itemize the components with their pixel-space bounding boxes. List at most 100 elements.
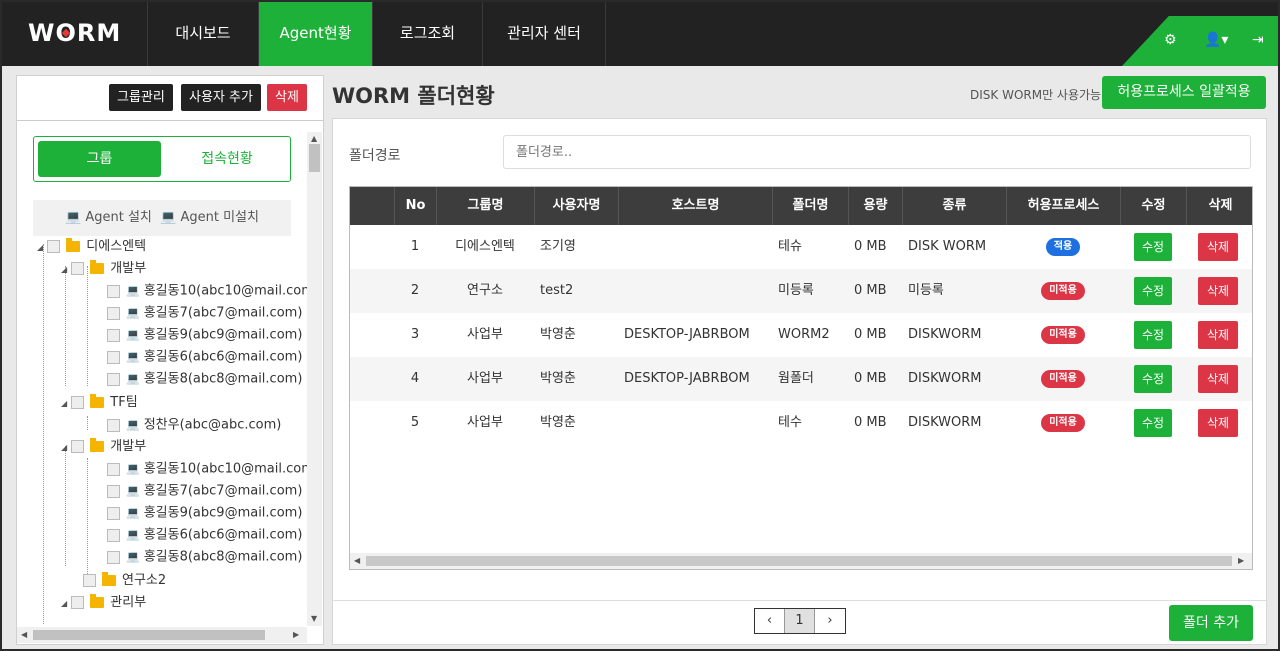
tree-node[interactable]: ◢ TF팀 (61, 392, 138, 414)
tree-node[interactable]: 💻 홍길동8(abc8@mail.com) (107, 546, 302, 568)
nav-admin-center[interactable]: 관리자 센터 (482, 2, 606, 66)
edit-button[interactable]: 수정 (1134, 277, 1172, 305)
table-row[interactable]: 1 디에스엔텍 조기영 테슈 0 MB DISK WORM 적용 수정 삭제 (350, 225, 1252, 269)
logo[interactable]: WORM (28, 19, 121, 47)
cell-user: 박영춘 (540, 415, 576, 430)
tree-node[interactable]: 💻 홍길동10(abc10@mail.com) (107, 280, 307, 302)
folder-icon (90, 394, 105, 408)
col-header[interactable]: 수정 (1120, 187, 1186, 225)
delete-button[interactable]: 삭제 (1198, 409, 1238, 437)
group-manage-button[interactable]: 그룹관리 (109, 84, 173, 111)
col-header[interactable]: No (394, 187, 436, 225)
laptop-icon: 💻 (126, 462, 140, 475)
cell-folder: WORM2 (778, 327, 830, 342)
scroll-right-icon[interactable]: ▶ (293, 630, 299, 639)
col-header[interactable]: 그룹명 (436, 187, 534, 225)
tree-node[interactable]: ◢ 관리부 (61, 592, 146, 614)
tree-node[interactable]: ◢ 개발부 (61, 258, 146, 280)
tree-node[interactable]: 💻 홍길동9(abc9@mail.com) (107, 324, 302, 346)
tab-connection[interactable]: 접속현황 (166, 141, 288, 177)
edit-button[interactable]: 수정 (1134, 233, 1172, 261)
tree-guide (43, 244, 44, 624)
cell-group: 사업부 (467, 371, 503, 386)
tree-node[interactable]: ◢ 디에스엔텍 (37, 236, 146, 258)
tree-node[interactable]: 💻 홍길동8(abc8@mail.com) (107, 368, 302, 390)
col-header[interactable]: 허용프로세스 (1006, 187, 1120, 225)
table-row[interactable]: 5 사업부 박영춘 테수 0 MB DISKWORM 미적용 수정 삭제 (350, 401, 1252, 445)
tree-node[interactable]: 연구소2 (83, 570, 166, 592)
process-status-badge[interactable]: 미적용 (1041, 281, 1085, 300)
divider (333, 600, 1266, 601)
process-status-badge[interactable]: 미적용 (1041, 413, 1085, 432)
nav-dashboard[interactable]: 대시보드 (147, 2, 258, 66)
laptop-icon: 💻 (126, 484, 140, 497)
cell-group: 연구소 (467, 283, 503, 298)
delete-button[interactable]: 삭제 (1198, 321, 1238, 349)
table-horizontal-scrollbar[interactable]: ◀ ▶ (350, 553, 1252, 569)
page-number-button[interactable]: 1 (785, 609, 815, 633)
cell-group: 사업부 (467, 415, 503, 430)
scroll-left-icon[interactable]: ◀ (354, 556, 360, 565)
delete-button[interactable]: 삭제 (1198, 277, 1238, 305)
cell-user: 박영춘 (540, 327, 576, 342)
group-tree: ◢ 디에스엔텍 ◢ 개발부 💻 홍길동10(abc10@mail.com) 💻 홍길… (17, 236, 307, 626)
user-dropdown-icon[interactable]: 👤▾ (1204, 32, 1228, 48)
tree-node[interactable]: ◢ 개발부 (61, 436, 146, 458)
gear-icon[interactable]: ⚙ (1164, 32, 1177, 48)
scroll-thumb[interactable] (309, 144, 320, 172)
process-status-badge[interactable]: 미적용 (1041, 369, 1085, 388)
table-row[interactable]: 4 사업부 박영춘 DESKTOP-JABRBOM 웜폴더 0 MB DISKW… (350, 357, 1252, 401)
add-folder-button[interactable]: 폴더 추가 (1169, 605, 1253, 641)
scroll-thumb[interactable] (33, 630, 265, 640)
cell-size: 0 MB (854, 415, 887, 430)
col-header[interactable]: 종류 (902, 187, 1006, 225)
sidebar-vertical-scrollbar[interactable]: ▲ ▼ (307, 132, 322, 626)
add-user-button[interactable]: 사용자 추가 (181, 84, 261, 111)
delete-button[interactable]: 삭제 (1198, 365, 1238, 393)
scroll-right-icon[interactable]: ▶ (1238, 556, 1244, 565)
bulk-apply-process-button[interactable]: 허용프로세스 일괄적용 (1102, 76, 1266, 109)
scroll-thumb[interactable] (366, 556, 1232, 566)
laptop-icon: 💻 (126, 306, 140, 319)
cell-type: 미등록 (908, 283, 944, 298)
tree-node[interactable]: 💻 홍길동9(abc9@mail.com) (107, 502, 302, 524)
col-header[interactable]: 사용자명 (534, 187, 618, 225)
next-page-button[interactable]: › (815, 609, 845, 633)
tree-node[interactable]: 💻 홍길동10(abc10@mail.com) (107, 458, 307, 480)
table-row[interactable]: 3 사업부 박영춘 DESKTOP-JABRBOM WORM2 0 MB DIS… (350, 313, 1252, 357)
prev-page-button[interactable]: ‹ (755, 609, 785, 633)
table-row[interactable]: 2 연구소 test2 미등록 0 MB 미등록 미적용 수정 삭제 (350, 269, 1252, 313)
logout-icon[interactable]: ⇥ (1252, 32, 1264, 48)
tree-guide (65, 446, 66, 566)
scroll-up-icon[interactable]: ▲ (311, 134, 317, 143)
tab-group[interactable]: 그룹 (38, 141, 161, 177)
scroll-down-icon[interactable]: ▼ (311, 614, 317, 623)
tree-node[interactable]: 💻 홍길동7(abc7@mail.com) (107, 480, 302, 502)
delete-button[interactable]: 삭제 (1198, 233, 1238, 261)
col-header (350, 187, 394, 225)
process-status-badge[interactable]: 적용 (1045, 237, 1081, 256)
col-header[interactable]: 폴더명 (772, 187, 848, 225)
sidebar-delete-button[interactable]: 삭제 (267, 84, 307, 111)
nav-log-search[interactable]: 로그조회 (372, 2, 482, 66)
cell-type: DISK WORM (908, 239, 987, 254)
cell-size: 0 MB (854, 239, 887, 254)
tree-node[interactable]: 💻 홍길동6(abc6@mail.com) (107, 524, 302, 546)
sidebar-horizontal-scrollbar[interactable]: ◀ ▶ (17, 627, 307, 643)
scroll-left-icon[interactable]: ◀ (21, 630, 27, 639)
cell-group: 사업부 (467, 327, 503, 342)
edit-button[interactable]: 수정 (1134, 365, 1172, 393)
path-label: 폴더경로 (349, 148, 401, 164)
nav-agent-status[interactable]: Agent현황 (258, 2, 372, 66)
folder-path-input[interactable] (503, 135, 1251, 169)
edit-button[interactable]: 수정 (1134, 321, 1172, 349)
tree-node[interactable]: 💻 정찬우(abc@abc.com) (107, 414, 281, 436)
col-header[interactable]: 용량 (848, 187, 902, 225)
process-status-badge[interactable]: 미적용 (1041, 325, 1085, 344)
edit-button[interactable]: 수정 (1134, 409, 1172, 437)
tree-node[interactable]: 💻 홍길동7(abc7@mail.com) (107, 302, 302, 324)
col-header[interactable]: 호스트명 (618, 187, 772, 225)
col-header[interactable]: 삭제 (1186, 187, 1252, 225)
tree-node[interactable]: 💻 홍길동6(abc6@mail.com) (107, 346, 302, 368)
pagination: ‹ 1 › (754, 608, 846, 634)
